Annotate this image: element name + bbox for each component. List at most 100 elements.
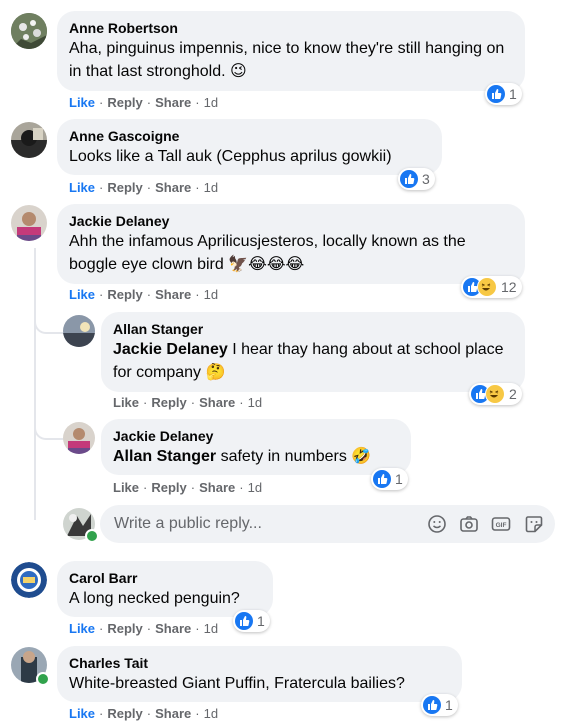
like-link[interactable]: Like [69,180,95,195]
comment-actions: Like · Reply · Share · 1d [69,95,219,110]
reaction-count[interactable]: 1 [233,610,270,632]
like-link[interactable]: Like [69,95,95,110]
share-link[interactable]: Share [155,706,191,721]
comment-bubble: Charles Tait White-breasted Giant Puffin… [57,646,462,702]
comment-bubble: Anne Gascoigne Looks like a Tall auk (Ce… [57,119,442,175]
timestamp[interactable]: 1d [204,287,218,302]
comment-bubble: Carol Barr A long necked penguin? [57,561,273,617]
like-reaction-icon [235,612,253,630]
like-link[interactable]: Like [69,706,95,721]
avatar[interactable] [63,422,95,454]
like-link[interactable]: Like [113,395,139,410]
reaction-count-value: 2 [509,386,517,402]
like-link[interactable]: Like [113,480,139,495]
share-link[interactable]: Share [155,180,191,195]
timestamp[interactable]: 1d [204,621,218,636]
reply-actions: Like · Reply · Share · 1d [113,480,263,495]
comment-author[interactable]: Anne Gascoigne [69,127,430,145]
reaction-count[interactable]: 3 [398,168,435,190]
like-reaction-icon [423,696,441,714]
timestamp[interactable]: 1d [204,95,218,110]
reply-link[interactable]: Reply [151,480,186,495]
reaction-count-value: 1 [257,613,265,629]
comment-text: White-breasted Giant Puffin, Fratercula … [69,675,405,692]
reaction-count[interactable]: 1 [371,468,408,490]
reaction-count-value: 1 [395,471,403,487]
reply-input[interactable]: Write a public reply... GIF [100,505,555,543]
avatar[interactable] [11,122,47,158]
sticker-icon[interactable] [524,514,544,534]
gif-icon[interactable]: GIF [491,514,511,534]
reply-thread-branch [34,310,64,334]
share-link[interactable]: Share [155,621,191,636]
comment-author[interactable]: Jackie Delaney [113,427,399,445]
smiley-icon[interactable] [427,514,447,534]
camera-icon[interactable] [459,514,479,534]
reply-link[interactable]: Reply [107,95,142,110]
timestamp[interactable]: 1d [248,480,262,495]
comment-author[interactable]: Allan Stanger [113,320,513,338]
mention-link[interactable]: Jackie Delaney [113,341,228,358]
avatar[interactable] [11,562,47,598]
like-reaction-icon [400,170,418,188]
avatar-image [11,562,47,598]
online-status-indicator [85,529,99,543]
avatar-image [11,13,47,49]
comment-actions: Like · Reply · Share · 1d [69,287,219,302]
share-link[interactable]: Share [199,395,235,410]
comment-text: Allan Stanger safety in numbers 🤣 [113,445,399,468]
timestamp[interactable]: 1d [204,706,218,721]
timestamp[interactable]: 1d [204,180,218,195]
mention-link[interactable]: Allan Stanger [113,448,216,465]
reaction-count-value: 1 [509,86,517,102]
reaction-count[interactable]: 1 [485,83,522,105]
reply-input-placeholder: Write a public reply... [114,515,262,532]
reply-bubble: Jackie Delaney Allan Stanger safety in n… [101,419,411,475]
avatar-image [11,122,47,158]
reply-actions: Like · Reply · Share · 1d [113,395,263,410]
avatar[interactable] [63,315,95,347]
avatar[interactable] [11,13,47,49]
reply-link[interactable]: Reply [107,180,142,195]
comment-text: Jackie Delaney I hear thay hang about at… [113,338,513,384]
reply-thread-line [34,248,36,520]
comment-text-body: safety in numbers 🤣 [216,448,372,465]
comment-author[interactable]: Carol Barr [69,569,261,587]
reaction-count[interactable]: 2 [469,383,522,405]
haha-reaction-icon [485,384,505,404]
avatar-image [63,315,95,347]
like-reaction-icon [373,470,391,488]
reply-link[interactable]: Reply [151,395,186,410]
comment-actions: Like · Reply · Share · 1d [69,706,219,721]
avatar[interactable] [11,205,47,241]
comment-text: A long necked penguin? [69,590,240,607]
share-link[interactable]: Share [155,287,191,302]
reaction-count[interactable]: 12 [461,276,522,298]
comment-text: Looks like a Tall auk (Cepphus aprilus g… [69,148,392,165]
reaction-count-value: 1 [445,697,453,713]
comment-author[interactable]: Charles Tait [69,654,450,672]
share-link[interactable]: Share [155,95,191,110]
reaction-count-value: 12 [501,279,517,295]
comment-bubble: Jackie Delaney Ahh the infamous Aprilicu… [57,204,525,284]
reply-link[interactable]: Reply [107,287,142,302]
like-reaction-icon [487,85,505,103]
comment-text: Ahh the infamous Aprilicusjesteros, loca… [69,233,466,273]
comment-author[interactable]: Anne Robertson [69,19,513,37]
share-link[interactable]: Share [199,480,235,495]
reaction-count-value: 3 [422,171,430,187]
timestamp[interactable]: 1d [248,395,262,410]
like-link[interactable]: Like [69,287,95,302]
online-status-indicator [36,672,50,686]
gif-icon-label: GIF [496,522,507,529]
haha-reaction-icon [477,277,497,297]
reaction-count[interactable]: 1 [421,694,458,716]
avatar-image [11,205,47,241]
comment-actions: Like · Reply · Share · 1d [69,621,219,636]
reply-link[interactable]: Reply [107,621,142,636]
reply-link[interactable]: Reply [107,706,142,721]
comment-author[interactable]: Jackie Delaney [69,212,513,230]
comment-text: Aha, pinguinus impennis, nice to know th… [69,40,505,80]
reply-bubble: Allan Stanger Jackie Delaney I hear thay… [101,312,525,392]
like-link[interactable]: Like [69,621,95,636]
